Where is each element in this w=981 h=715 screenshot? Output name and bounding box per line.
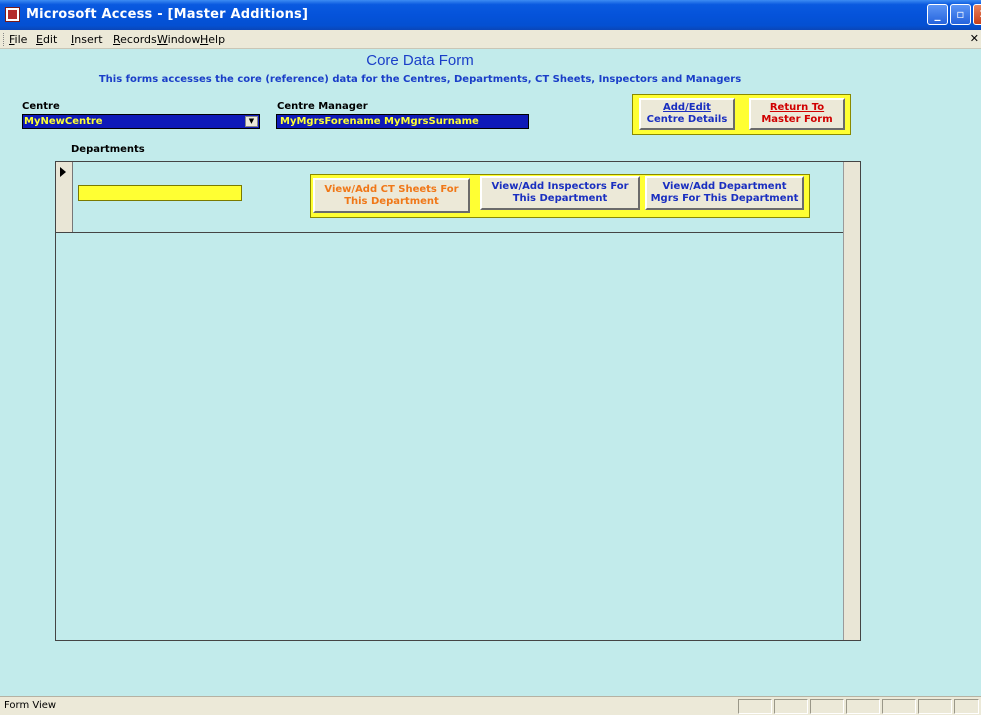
detail-separator — [56, 232, 844, 233]
menu-insert[interactable]: Insert — [71, 33, 103, 46]
status-pane — [738, 699, 772, 714]
view-add-ct-sheets-button[interactable]: View/Add CT Sheets For This Department — [313, 178, 470, 213]
menu-bar: File Edit Insert Records Window Help ✕ — [0, 30, 981, 49]
centre-manager-field[interactable]: MyMgrsForename MyMgrsSurname — [276, 114, 529, 129]
department-field[interactable] — [78, 185, 242, 201]
form-subtitle: This forms accesses the core (reference)… — [98, 74, 742, 85]
window-title: Microsoft Access - [Master Additions] — [26, 7, 309, 22]
status-pane — [882, 699, 916, 714]
restore-button[interactable]: ▫ — [950, 4, 971, 25]
status-pane — [846, 699, 880, 714]
menu-records[interactable]: Records — [113, 33, 157, 46]
vertical-scrollbar[interactable] — [843, 162, 860, 640]
form-title: Core Data Form — [366, 52, 474, 69]
document-close-icon[interactable]: ✕ — [970, 32, 979, 45]
departments-subform: View/Add CT Sheets For This Department V… — [55, 161, 861, 641]
centre-manager-label: Centre Manager — [277, 101, 368, 112]
add-edit-centre-button[interactable]: Add/Edit Centre Details — [639, 98, 735, 130]
status-pane — [954, 699, 979, 714]
status-text: Form View — [4, 700, 57, 711]
title-bar: Microsoft Access - [Master Additions] _ … — [0, 0, 981, 30]
access-app-icon[interactable] — [5, 7, 20, 22]
status-pane — [918, 699, 952, 714]
menu-window[interactable]: Window — [157, 33, 200, 46]
close-button[interactable]: ✕ — [973, 4, 981, 25]
status-pane — [810, 699, 844, 714]
centre-label: Centre — [22, 101, 60, 112]
menu-file[interactable]: File — [9, 33, 27, 46]
minimize-button[interactable]: _ — [927, 4, 948, 25]
menu-edit[interactable]: Edit — [36, 33, 57, 46]
status-pane — [774, 699, 808, 714]
centre-combo[interactable]: MyNewCentre ▼ — [22, 114, 260, 129]
view-add-department-mgrs-button[interactable]: View/Add Department Mgrs For This Depart… — [645, 176, 804, 210]
record-selector[interactable] — [56, 162, 73, 232]
status-bar: Form View — [0, 696, 981, 715]
menu-help[interactable]: Help — [200, 33, 225, 46]
departments-label: Departments — [71, 144, 145, 155]
centre-combo-value: MyNewCentre — [24, 116, 103, 127]
return-to-master-button[interactable]: Return To Master Form — [749, 98, 845, 130]
menu-grip-handle[interactable] — [3, 33, 6, 46]
view-add-inspectors-button[interactable]: View/Add Inspectors For This Department — [480, 176, 640, 210]
chevron-down-icon[interactable]: ▼ — [245, 116, 258, 127]
current-record-arrow-icon — [60, 167, 66, 177]
